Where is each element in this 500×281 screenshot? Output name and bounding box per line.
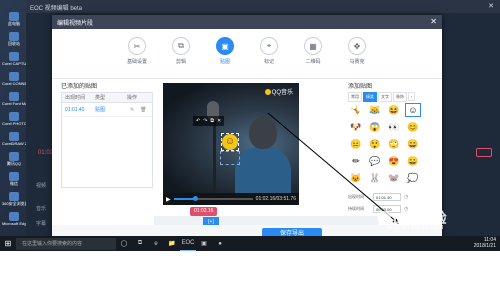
system-tray-clock[interactable]: 11:04 2018/1/21 xyxy=(474,237,496,249)
clock-date: 2018/1/21 xyxy=(473,243,496,249)
taskbar-app-icon[interactable]: 📁 xyxy=(164,236,180,251)
arrow-line xyxy=(267,112,399,224)
taskbar-apps: ◯ ⧉ e 📁 EOC ▣ ● xyxy=(116,236,228,251)
taskbar: ⊞ 在这里输入你要搜索的内容 ◯ ⧉ e 📁 EOC ▣ ● 11:04 2018/1/21 xyxy=(0,236,500,251)
windows-start-icon[interactable]: ⊞ xyxy=(0,236,16,251)
watermark-url: jingyan.baidu.com xyxy=(387,224,444,231)
page-bottom-strip xyxy=(0,251,500,281)
taskbar-app-icon[interactable]: ● xyxy=(212,236,228,251)
taskbar-app-icon[interactable]: ⧉ xyxy=(132,236,148,251)
baidu-jingyan-watermark: Bai 经验 jingyan.baidu.com xyxy=(375,208,499,232)
taskbar-app-icon[interactable]: e xyxy=(148,236,164,251)
taskbar-app-icon[interactable]: ▣ xyxy=(196,236,212,251)
taskbar-app-icon[interactable]: ◯ xyxy=(116,236,132,251)
baidu-paw-icon xyxy=(377,211,391,225)
taskbar-search-input[interactable]: 在这里输入你要搜索的内容 xyxy=(16,237,116,250)
taskbar-app-icon[interactable]: EOC xyxy=(180,236,196,251)
